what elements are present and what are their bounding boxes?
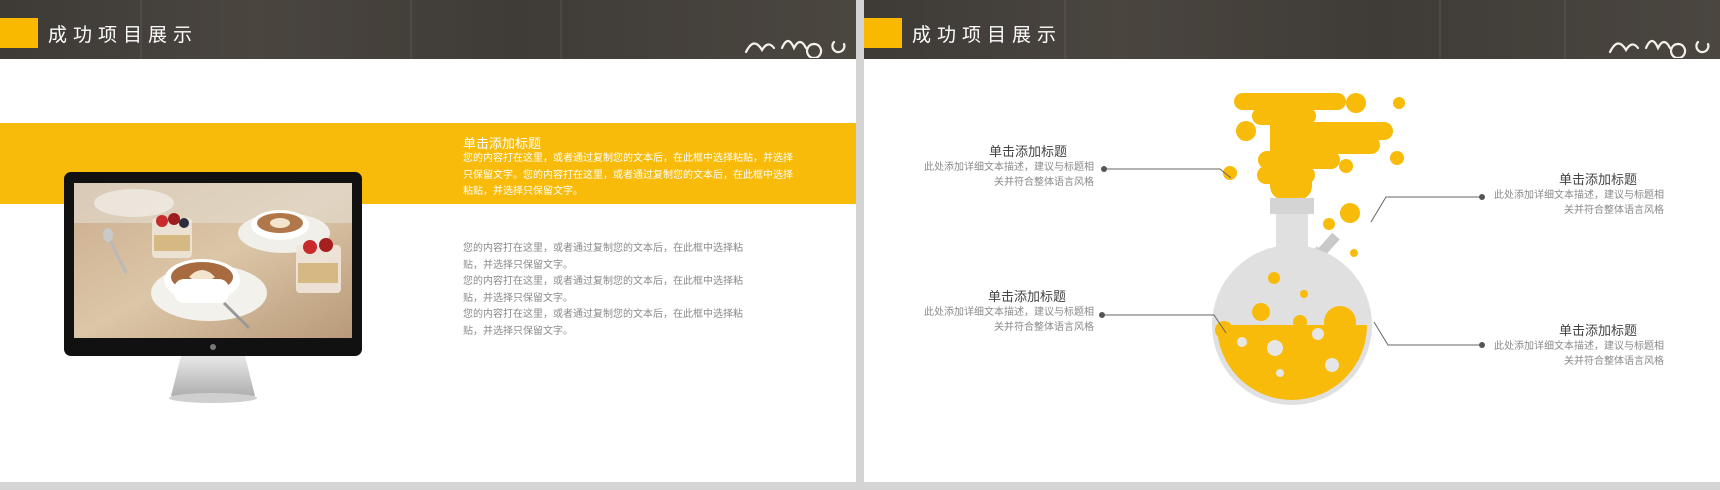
label-desc-top-right: 此处添加详细文本描述，建议与标题相关并符合整体语言风格 (1494, 190, 1664, 216)
coffee-photo (74, 183, 352, 338)
label-desc-top-left: 此处添加详细文本描述，建议与标题相关并符合整体语言风格 (924, 162, 1094, 188)
header-title: 成功项目展示 (48, 24, 199, 46)
monitor-bezel (64, 172, 362, 356)
body-paragraph: 您的内容打在这里，或者通过复制您的文本后，在此框中选择粘贴，并选择只保留文字。 (463, 276, 743, 304)
body-text: 您的内容打在这里，或者通过复制您的文本后，在此框中选择粘贴，并选择只保留文字。 … (463, 241, 753, 340)
flask-body (1212, 198, 1372, 405)
monitor-mockup (64, 172, 362, 437)
label-title-bottom-right: 单击添加标题 (1558, 324, 1637, 339)
monitor-stand (169, 356, 257, 403)
slide-left: 成功项目展示 单击添加标题 您的内容打在这里，或者通过复制您的文本后，在此框中选… (0, 0, 856, 482)
chalk-doodle-icon (744, 39, 846, 58)
label-title-bottom-left: 单击添加标题 (987, 290, 1066, 305)
header-accent-block (0, 18, 38, 48)
label-desc-bottom-left: 此处添加详细文本描述，建议与标题相关并符合整体语言风格 (924, 307, 1094, 333)
label-title-top-right: 单击添加标题 (1558, 173, 1637, 188)
body-paragraph: 您的内容打在这里，或者通过复制您的文本后，在此框中选择粘贴，并选择只保留文字。 (463, 243, 743, 271)
band-body: 您的内容打在这里，或者通过复制您的文本后，在此框中选择粘贴，并选择只保留文字。您… (463, 153, 793, 197)
slide-right: 成功项目展示 单击添加标题 此处添加详细文本描述，建议与标题相关并符合整体语言风… (864, 0, 1720, 482)
label-desc-bottom-right: 此处添加详细文本描述，建议与标题相关并符合整体语言风格 (1494, 341, 1664, 367)
apple-logo-icon (210, 344, 216, 350)
band-title: 单击添加标题 (463, 137, 542, 152)
flask-illustration (1099, 93, 1485, 405)
body-paragraph: 您的内容打在这里，或者通过复制您的文本后，在此框中选择粘贴，并选择只保留文字。 (463, 309, 743, 337)
label-title-top-left: 单击添加标题 (988, 145, 1067, 160)
liquid-splash (1223, 93, 1405, 257)
slide-header: 成功项目展示 (0, 0, 856, 59)
